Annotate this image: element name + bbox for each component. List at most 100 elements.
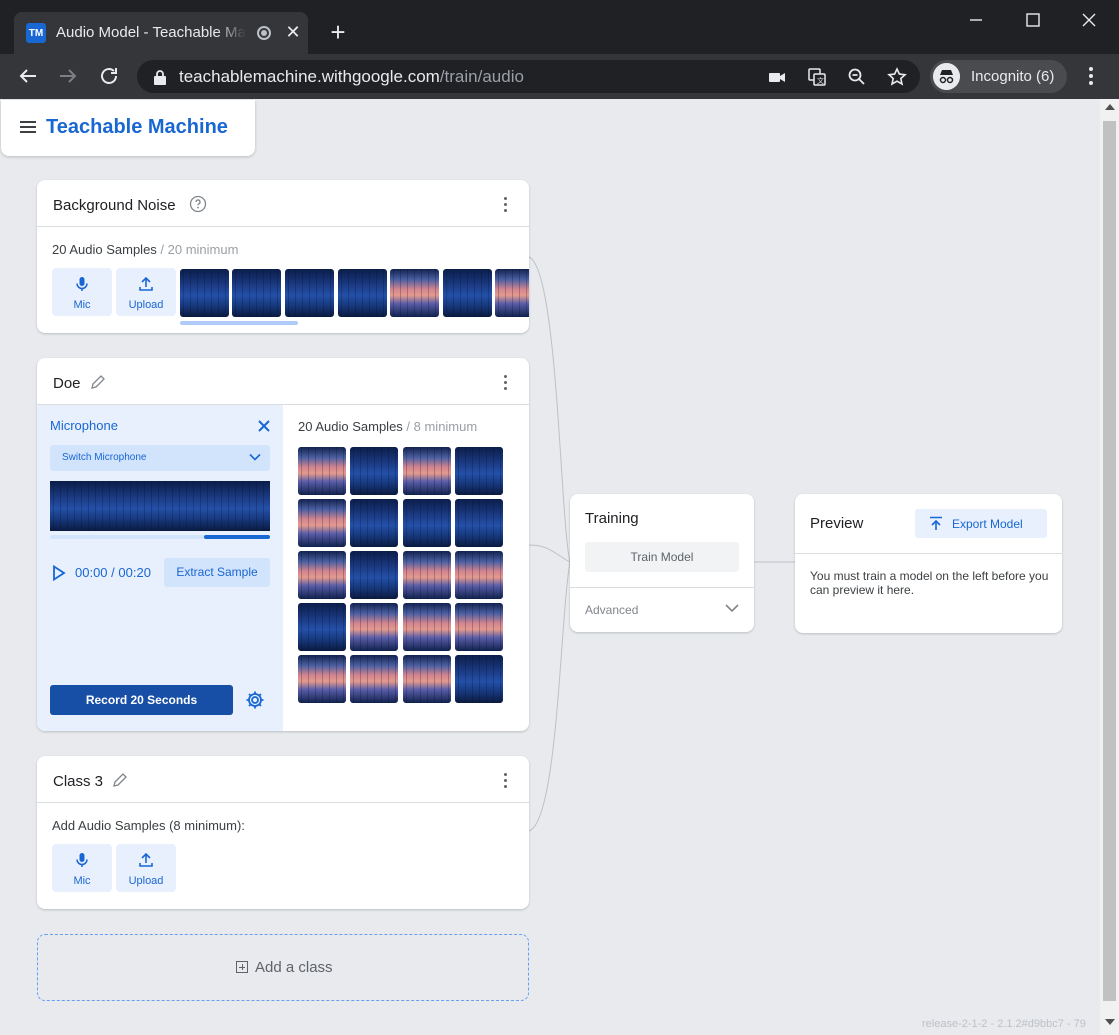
sample-thumbnail[interactable] xyxy=(285,269,334,317)
upload-button[interactable]: Upload xyxy=(116,268,176,316)
extract-sample-button[interactable]: Extract Sample xyxy=(164,558,270,587)
train-model-button[interactable]: Train Model xyxy=(585,542,739,572)
translate-icon[interactable]: 文 xyxy=(807,67,827,87)
bookmark-star-icon[interactable] xyxy=(887,67,907,87)
upload-button[interactable]: Upload xyxy=(116,844,176,892)
sample-thumbnail[interactable] xyxy=(495,269,529,317)
sample-thumbnail[interactable] xyxy=(298,603,346,651)
mic-button[interactable]: Mic xyxy=(52,268,112,316)
switch-microphone-label: Switch Microphone xyxy=(62,452,147,463)
export-model-label: Export Model xyxy=(952,517,1023,531)
pencil-icon[interactable] xyxy=(111,771,129,789)
incognito-button[interactable]: Incognito (6) xyxy=(930,60,1067,93)
sample-thumbnail[interactable] xyxy=(298,499,346,547)
class-name: Doe xyxy=(53,375,81,392)
sample-thumbnail[interactable] xyxy=(350,499,399,547)
sample-thumbnail[interactable] xyxy=(390,269,439,317)
mic-button[interactable]: Mic xyxy=(52,844,112,892)
upload-icon xyxy=(139,276,153,291)
new-tab-button[interactable]: + xyxy=(326,19,350,45)
forward-arrow-icon[interactable] xyxy=(56,64,80,88)
sample-thumbnail[interactable] xyxy=(350,655,399,703)
mic-label: Mic xyxy=(73,875,91,887)
preview-title: Preview xyxy=(810,515,864,532)
close-icon[interactable] xyxy=(256,418,272,434)
back-arrow-icon[interactable] xyxy=(16,64,40,88)
sample-thumbnail[interactable] xyxy=(454,655,503,703)
sample-thumbnail[interactable] xyxy=(402,499,451,547)
favicon-icon: TM xyxy=(26,23,46,43)
divider xyxy=(795,553,1062,554)
kebab-menu-icon[interactable] xyxy=(503,773,509,789)
sample-thumbnail[interactable] xyxy=(232,269,281,317)
mic-label: Mic xyxy=(73,299,91,311)
scroll-thumb[interactable] xyxy=(1103,121,1116,1001)
svg-text:文: 文 xyxy=(817,76,824,85)
record-button[interactable]: Record 20 Seconds xyxy=(50,685,233,715)
sample-thumbnail[interactable] xyxy=(298,447,346,495)
app-title[interactable]: Teachable Machine xyxy=(46,116,228,139)
kebab-menu-icon[interactable] xyxy=(503,375,509,391)
sample-scrollbar[interactable] xyxy=(180,321,298,325)
sample-thumbnail[interactable] xyxy=(454,499,503,547)
release-label: release-2-1-2 - 2.1.2#d9bbc7 - 79 xyxy=(922,1018,1086,1030)
sample-thumbnail[interactable] xyxy=(454,603,503,651)
scroll-up-arrow-icon[interactable] xyxy=(1105,104,1115,110)
sample-thumbnail[interactable] xyxy=(402,603,451,651)
scroll-down-arrow-icon[interactable] xyxy=(1105,1019,1115,1025)
tab-close-icon[interactable]: ✕ xyxy=(282,21,304,43)
export-model-button[interactable]: Export Model xyxy=(915,509,1047,538)
app-header: Teachable Machine xyxy=(1,100,255,156)
tab-title: Audio Model - Teachable Machine xyxy=(56,24,246,41)
sample-thumbnail[interactable] xyxy=(454,447,503,495)
sample-count: 20 Audio Samples / 8 minimum xyxy=(298,419,478,434)
browser-menu-icon[interactable] xyxy=(1081,64,1101,88)
sample-thumbnail[interactable] xyxy=(350,447,399,495)
upload-label: Upload xyxy=(128,299,164,311)
window-close-icon[interactable] xyxy=(1077,8,1101,32)
sample-thumbnail[interactable] xyxy=(402,655,451,703)
browser-tab[interactable]: TM Audio Model - Teachable Machine ✕ xyxy=(14,12,308,54)
sample-thumbnail[interactable] xyxy=(402,447,451,495)
sample-thumbnail[interactable] xyxy=(402,551,451,599)
kebab-menu-icon[interactable] xyxy=(503,197,509,213)
maximize-icon[interactable] xyxy=(1021,8,1045,32)
upload-label: Upload xyxy=(128,875,164,887)
switch-microphone-select[interactable]: Switch Microphone xyxy=(50,445,270,471)
advanced-label: Advanced xyxy=(585,603,639,617)
sample-thumbnail[interactable] xyxy=(350,551,399,599)
sample-thumbnail[interactable] xyxy=(443,269,492,317)
url-text: teachablemachine.withgoogle.com/train/au… xyxy=(179,67,524,86)
lock-icon[interactable] xyxy=(153,69,167,85)
sample-thumbnail[interactable] xyxy=(454,551,503,599)
playback-time: 00:00 / 00:20 xyxy=(75,565,151,580)
zoom-out-icon[interactable] xyxy=(847,67,867,87)
sample-thumbnail[interactable] xyxy=(180,269,229,317)
sample-thumbnail[interactable] xyxy=(298,551,346,599)
recording-indicator-icon xyxy=(257,26,271,40)
advanced-toggle[interactable]: Advanced xyxy=(570,587,754,632)
export-icon xyxy=(930,516,942,530)
upload-icon xyxy=(139,852,153,867)
minimize-icon[interactable] xyxy=(964,8,988,32)
help-icon[interactable] xyxy=(189,195,207,213)
reload-icon[interactable] xyxy=(97,64,121,88)
incognito-icon xyxy=(933,63,960,90)
sample-thumbnail[interactable] xyxy=(298,655,346,703)
sample-thumbnail[interactable] xyxy=(350,603,399,651)
class-card-header: Background Noise xyxy=(37,180,529,227)
mic-icon xyxy=(76,853,88,867)
browser-toolbar: teachablemachine.withgoogle.com/train/au… xyxy=(0,54,1119,99)
add-class-button[interactable]: Add a class xyxy=(37,934,529,1001)
microphone-panel: Microphone Switch Microphone 00:00 / 00:… xyxy=(37,405,283,731)
camera-in-use-icon[interactable] xyxy=(767,67,787,87)
gear-icon[interactable] xyxy=(245,690,265,710)
class-card-doe: Doe Microphone Switch Microphone 00:00 /… xyxy=(37,358,529,731)
chevron-down-icon xyxy=(725,604,739,613)
hamburger-icon[interactable] xyxy=(20,121,36,133)
pencil-icon[interactable] xyxy=(89,373,107,391)
page-scrollbar[interactable] xyxy=(1100,99,1119,1035)
address-bar[interactable]: teachablemachine.withgoogle.com/train/au… xyxy=(137,60,920,93)
play-icon[interactable] xyxy=(52,565,66,581)
sample-thumbnail[interactable] xyxy=(338,269,387,317)
